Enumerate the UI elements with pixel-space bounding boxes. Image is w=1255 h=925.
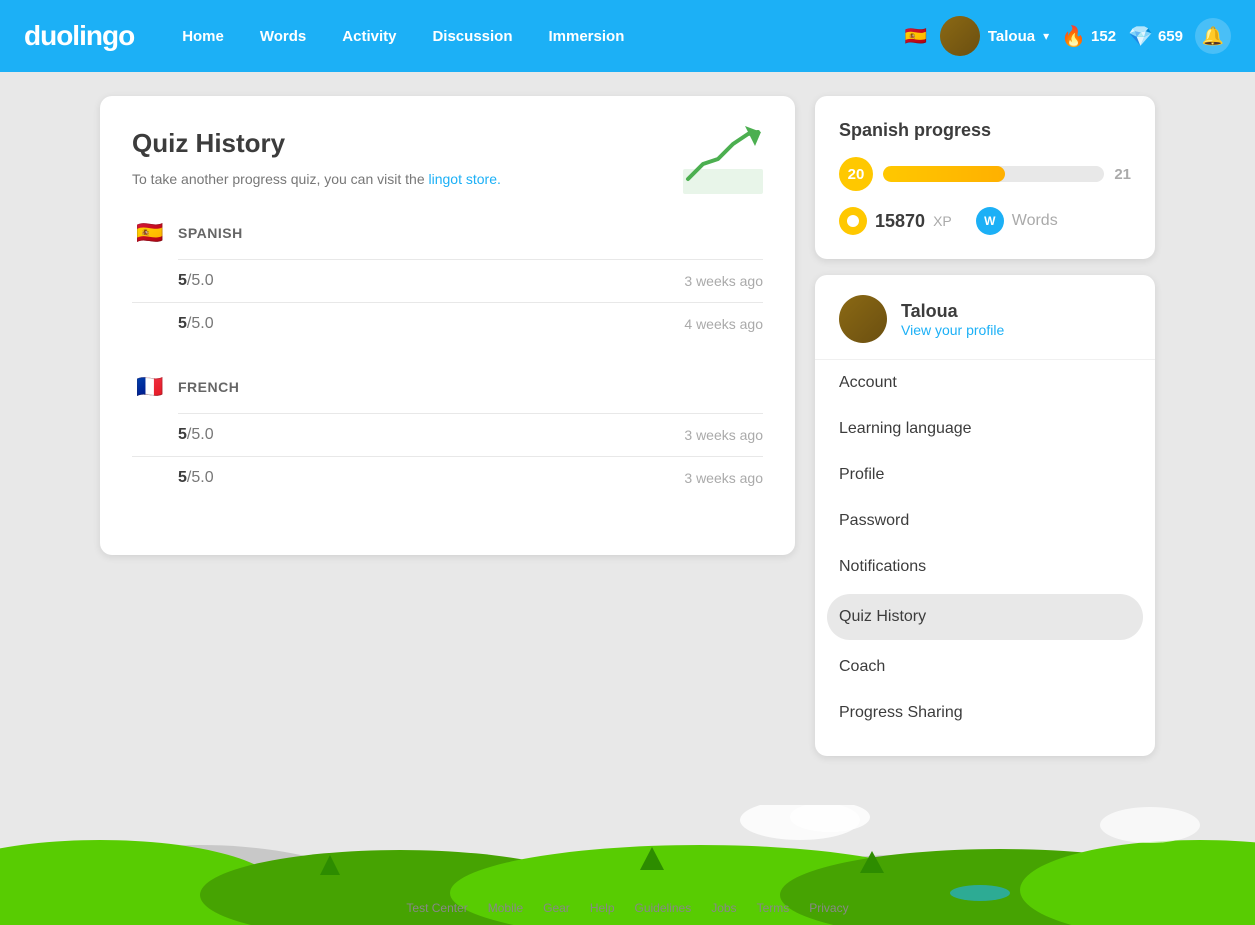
score-value: 5/5.0 [178,426,684,444]
gems-count: 659 [1158,28,1183,45]
profile-header: Taloua View your profile [815,295,1155,359]
menu-item-profile[interactable]: Profile [815,452,1155,498]
quiz-history-card: Quiz History To take another progress qu… [100,96,795,555]
progress-title: Spanish progress [839,120,1131,141]
words-label: Words [1012,212,1058,230]
nav-links: Home Words Activity Discussion Immersion [166,20,900,53]
streak-stat: 🔥 152 [1061,24,1116,49]
french-label: FRENCH [178,379,239,395]
score-date: 3 weeks ago [684,427,763,443]
card-title: Quiz History [132,128,763,159]
lingot-store-link[interactable]: lingot store. [429,171,501,187]
score-date: 4 weeks ago [684,316,763,332]
level-next-badge: 21 [1114,166,1131,183]
nav-activity[interactable]: Activity [326,20,412,53]
logo-text: duolingo [24,20,134,52]
words-stat: W Words [976,207,1058,235]
menu-item-learning-language[interactable]: Learning language [815,406,1155,452]
profile-name: Taloua [901,301,1004,322]
table-row: 5/5.0 3 weeks ago [132,414,763,457]
fire-icon: 🔥 [1061,24,1086,49]
main-content: Quiz History To take another progress qu… [0,72,1255,780]
xp-label: XP [933,213,952,229]
gem-icon: 💎 [1128,24,1153,49]
menu-item-notifications[interactable]: Notifications [815,544,1155,590]
language-flag: 🇪🇸 [900,20,932,52]
progress-bar-fill [883,166,1005,182]
footer-link-testcenter[interactable]: Test Center [406,901,467,915]
footer-link-guidelines[interactable]: Guidelines [635,901,692,915]
menu-item-password[interactable]: Password [815,498,1155,544]
footer: Test Center Mobile Gear Help Guidelines … [0,901,1255,915]
lang-header-french: 🇫🇷 FRENCH [132,369,763,405]
menu-item-coach[interactable]: Coach [815,644,1155,690]
words-badge: W [976,207,1004,235]
menu-item-account[interactable]: Account [815,360,1155,406]
stats-row: 15870 XP W Words [839,207,1131,235]
lang-section-french: 🇫🇷 FRENCH 5/5.0 3 weeks ago 5/5.0 3 week… [132,369,763,499]
table-row: 5/5.0 4 weeks ago [132,303,763,345]
footer-link-privacy[interactable]: Privacy [809,901,848,915]
xp-orb [839,207,867,235]
xp-number: 15870 [875,211,925,232]
left-panel: Quiz History To take another progress qu… [100,96,795,756]
logo[interactable]: duolingo [24,20,134,52]
footer-link-help[interactable]: Help [590,901,615,915]
spanish-flag: 🇪🇸 [132,215,168,251]
gems-stat: 💎 659 [1128,24,1183,49]
score-value: 5/5.0 [178,469,684,487]
avatar [940,16,980,56]
profile-avatar [839,295,887,343]
navbar: duolingo Home Words Activity Discussion … [0,0,1255,72]
user-name: Taloua [988,28,1035,45]
footer-link-mobile[interactable]: Mobile [488,901,523,915]
chart-icon [683,124,763,194]
lang-section-spanish: 🇪🇸 SPANISH 5/5.0 3 weeks ago 5/5.0 4 wee… [132,215,763,345]
chevron-down-icon: ▾ [1043,29,1049,43]
navbar-right: 🇪🇸 Taloua ▾ 🔥 152 💎 659 🔔 [900,16,1231,56]
profile-info: Taloua View your profile [901,301,1004,338]
menu-item-progress-sharing[interactable]: Progress Sharing [815,690,1155,736]
nav-words[interactable]: Words [244,20,322,53]
footer-link-terms[interactable]: Terms [757,901,790,915]
footer-link-jobs[interactable]: Jobs [711,901,736,915]
lang-header-spanish: 🇪🇸 SPANISH [132,215,763,251]
score-value: 5/5.0 [178,315,684,333]
progress-card: Spanish progress 20 21 15870 XP W [815,96,1155,259]
nav-immersion[interactable]: Immersion [533,20,641,53]
nav-discussion[interactable]: Discussion [416,20,528,53]
xp-stat: 15870 XP [839,207,952,235]
score-date: 3 weeks ago [684,470,763,486]
footer-link-gear[interactable]: Gear [543,901,570,915]
notifications-bell[interactable]: 🔔 [1195,18,1231,54]
spanish-label: SPANISH [178,225,243,241]
card-subtitle: To take another progress quiz, you can v… [132,171,763,187]
profile-card: Taloua View your profile Account Learnin… [815,275,1155,756]
table-row: 5/5.0 3 weeks ago [132,260,763,303]
score-value: 5/5.0 [178,272,684,290]
progress-bar-bg [883,166,1104,182]
table-row: 5/5.0 3 weeks ago [132,457,763,499]
level-current-badge: 20 [839,157,873,191]
streak-count: 152 [1091,28,1116,45]
french-flag: 🇫🇷 [132,369,168,405]
menu-item-quiz-history[interactable]: Quiz History [827,594,1143,640]
view-profile-link[interactable]: View your profile [901,322,1004,338]
progress-bar-wrap: 20 21 [839,157,1131,191]
right-panel: Spanish progress 20 21 15870 XP W [815,96,1155,756]
user-menu-trigger[interactable]: 🇪🇸 Taloua ▾ [900,16,1049,56]
nav-home[interactable]: Home [166,20,240,53]
score-date: 3 weeks ago [684,273,763,289]
